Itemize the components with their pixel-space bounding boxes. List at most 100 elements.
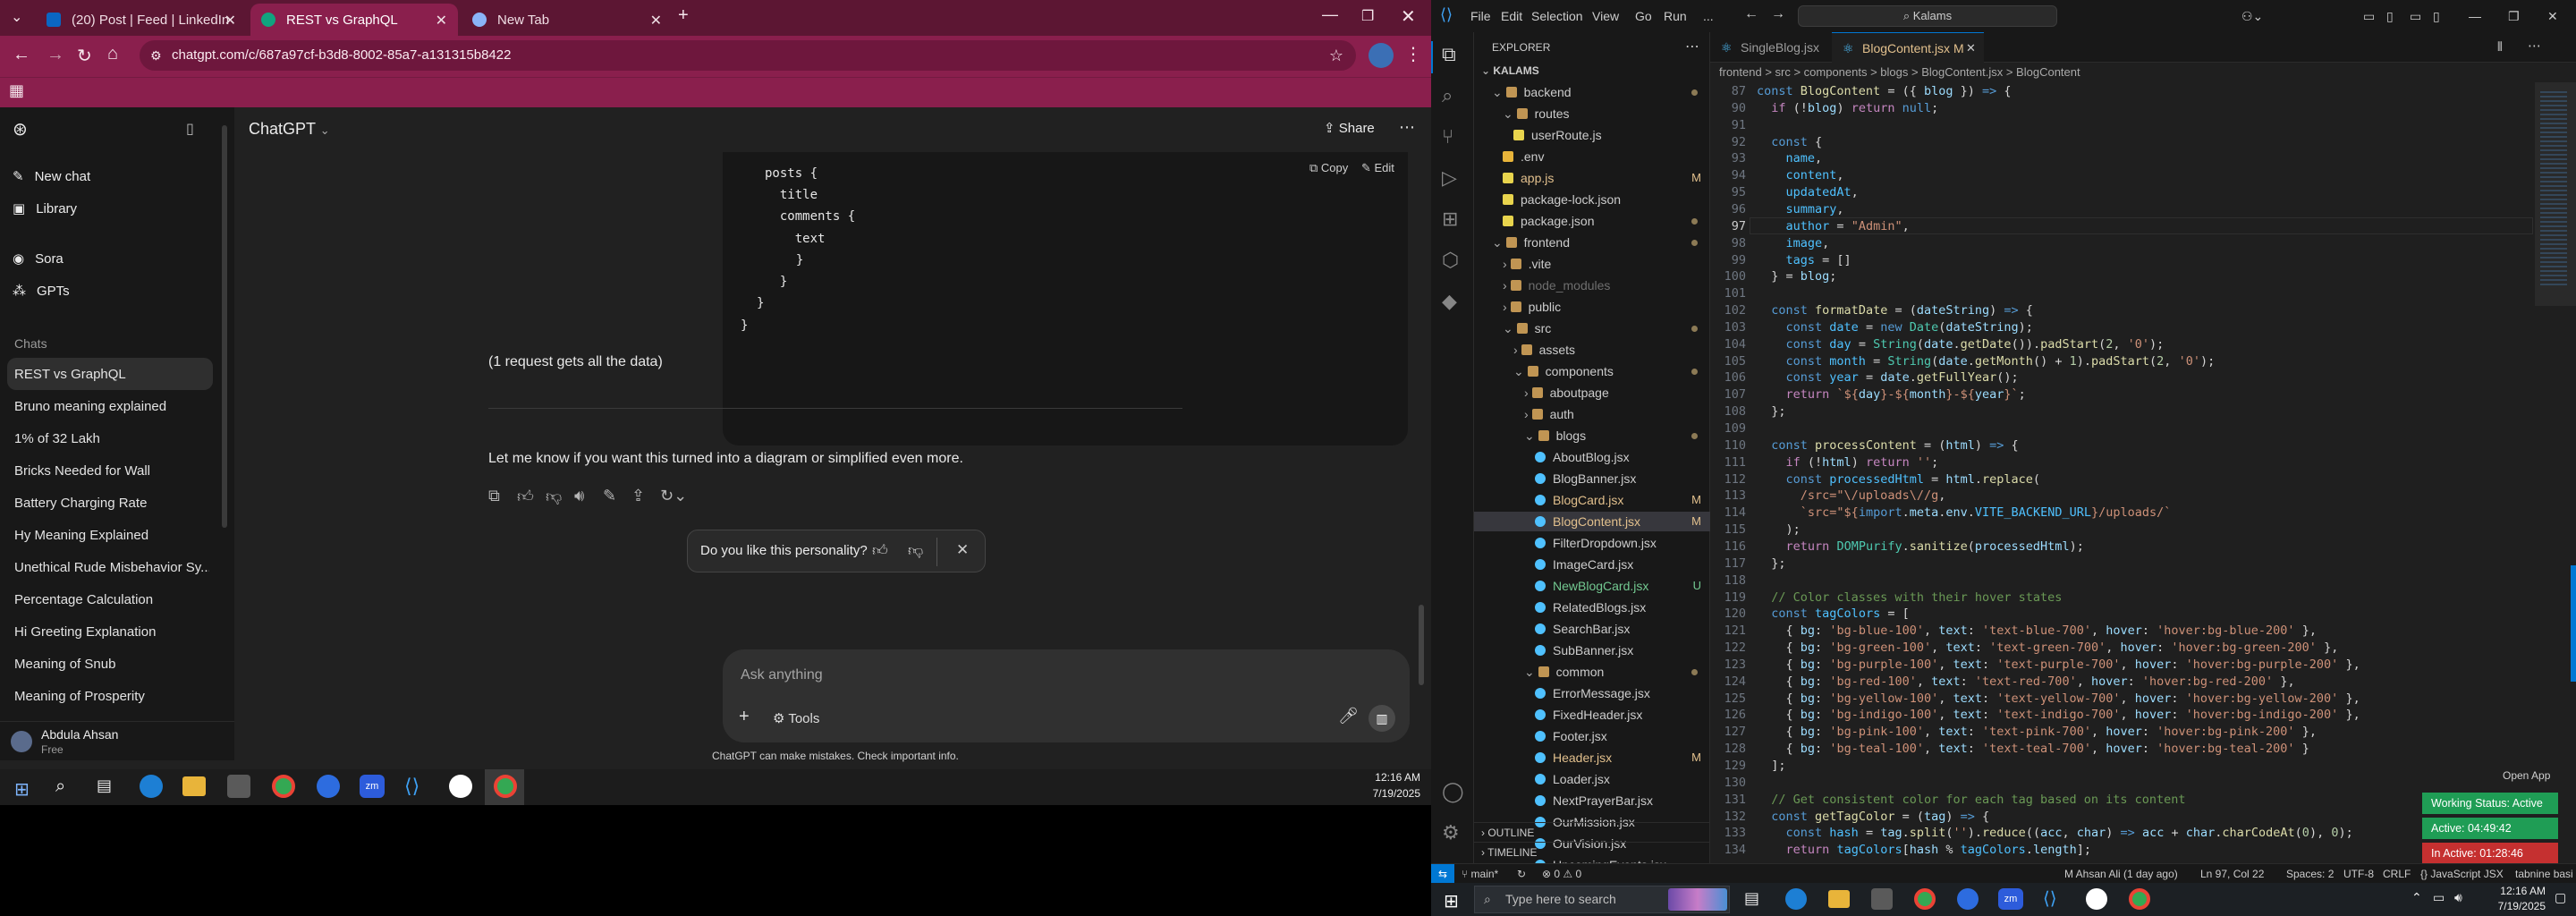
editor-more-icon[interactable]: ⋯ [2528, 38, 2541, 54]
thumbs-up-icon[interactable]: 👍︎ [872, 541, 888, 560]
close-icon[interactable]: ✕ [225, 12, 236, 30]
tree-file[interactable]: RelatedBlogs.jsx [1474, 598, 1710, 617]
site-info-icon[interactable]: ⚙ [150, 40, 162, 71]
tree-folder[interactable]: ⌄ components [1474, 361, 1710, 381]
sidebar-toggle-icon[interactable]: ▯ [186, 120, 194, 138]
library-button[interactable]: ▣ Library [13, 200, 77, 217]
tree-file[interactable]: NewBlogCard.jsx U [1474, 576, 1710, 596]
chat-item[interactable]: Unethical Rude Misbehavior Sy... [14, 560, 209, 575]
microphone-icon[interactable]: 🎤︎ [1338, 707, 1359, 725]
search-icon[interactable]: ⌕ [55, 776, 65, 797]
forward-icon[interactable]: → [1771, 6, 1785, 22]
edge-icon[interactable] [1785, 888, 1807, 910]
tree-folder[interactable]: › public [1474, 297, 1710, 317]
tree-file[interactable]: ErrorMessage.jsx [1474, 683, 1710, 703]
vscode-icon[interactable]: ⟨⟩ [404, 775, 419, 798]
account-icon[interactable]: ◯ [1442, 780, 1464, 803]
edge-icon[interactable] [140, 775, 163, 798]
line-ending[interactable]: CRLF [2383, 864, 2411, 884]
chat-item[interactable]: Bricks Needed for Wall [14, 463, 209, 479]
chrome-icon[interactable] [272, 775, 295, 798]
tree-folder[interactable]: ⌄ blogs [1474, 426, 1710, 445]
tree-file[interactable]: Loader.jsx [1474, 769, 1710, 789]
menu-selection[interactable]: Selection [1531, 9, 1583, 23]
minimize-icon[interactable]: — [1322, 5, 1338, 24]
tree-file[interactable]: BlogContent.jsx M [1474, 512, 1710, 531]
chat-item[interactable]: Percentage Calculation [14, 592, 209, 607]
menu-dots-icon[interactable]: ⋮ [1404, 43, 1422, 65]
tree-folder[interactable]: › assets [1474, 340, 1710, 360]
outline-section[interactable]: › OUTLINE [1474, 822, 1710, 842]
breadcrumb[interactable]: frontend > src > components > blogs > Bl… [1710, 63, 2576, 82]
zoom-icon[interactable]: zm [360, 775, 385, 798]
cursor-position[interactable]: Ln 97, Col 22 [2200, 864, 2264, 884]
app-icon[interactable] [317, 775, 340, 798]
reload-icon[interactable]: ↻ [77, 45, 92, 67]
tree-folder[interactable]: › .vite [1474, 254, 1710, 274]
tree-file[interactable]: AboutBlog.jsx [1474, 447, 1710, 467]
store-icon[interactable] [227, 775, 250, 798]
share-icon[interactable]: ⇪ [631, 487, 645, 505]
store-icon[interactable] [1871, 888, 1893, 910]
window-close-icon[interactable]: ✕ [1401, 5, 1416, 28]
more-actions-icon[interactable]: ⋯ [1685, 38, 1699, 55]
window-close-icon[interactable]: ✕ [2547, 9, 2558, 24]
windows-start-icon[interactable]: ⊞ [1444, 890, 1459, 912]
vscode-icon[interactable]: ⟨⟩ [2043, 887, 2057, 910]
tabnine-status[interactable]: tabnine basic [2515, 864, 2572, 884]
tab-blogcontent[interactable]: ⚛ BlogContent.jsx M ✕ [1832, 32, 1984, 63]
forward-icon[interactable]: → [47, 45, 64, 65]
close-icon[interactable]: ✕ [436, 12, 447, 30]
tree-file[interactable]: NextPrayerBar.jsx [1474, 791, 1710, 810]
tab-singleblog[interactable]: ⚛ SingleBlog.jsx [1710, 32, 1828, 63]
tree-file[interactable]: SubBanner.jsx [1474, 640, 1710, 660]
tab-search-icon[interactable]: ⌄ [11, 8, 22, 26]
layout-icon[interactable]: ▭ [2363, 9, 2375, 24]
sync-icon[interactable]: ↻ [1517, 864, 1526, 884]
settings-gear-icon[interactable]: ⚙ [1442, 821, 1460, 844]
tree-file[interactable]: package-lock.json [1474, 190, 1710, 209]
new-chat-button[interactable]: ✎ New chat [13, 168, 90, 185]
tools-button[interactable]: ⚙ Tools [773, 710, 819, 726]
apps-grid-icon[interactable]: ▦ [9, 81, 24, 100]
tray-chevron-icon[interactable]: ⌃ [2411, 890, 2422, 905]
tree-folder[interactable]: › node_modules [1474, 276, 1710, 295]
indentation[interactable]: Spaces: 2 [2286, 864, 2334, 884]
remote-indicator-icon[interactable]: ⇆ [1431, 864, 1454, 884]
thumbs-up-icon[interactable]: 👍︎ [517, 487, 534, 506]
chrome-icon[interactable] [1914, 888, 1936, 910]
sora-button[interactable]: ◉ Sora [13, 250, 64, 267]
tree-file[interactable]: BlogCard.jsx M [1474, 490, 1710, 510]
back-icon[interactable]: ← [13, 45, 30, 65]
url-input[interactable]: ⚙ chatgpt.com/c/687a97cf-b3d8-8002-85a7-… [140, 40, 1356, 71]
remote-icon[interactable]: ⬡ [1442, 249, 1459, 272]
tree-file[interactable]: Header.jsx M [1474, 748, 1710, 768]
chat-item[interactable]: Bruno meaning explained [14, 399, 209, 414]
app-icon[interactable] [2086, 888, 2107, 910]
branch-status[interactable]: ⑂ main* [1462, 864, 1498, 884]
tab-linkedin[interactable]: (20) Post | Feed | LinkedIn ✕ [36, 4, 247, 36]
tree-file[interactable]: Footer.jsx [1474, 726, 1710, 746]
menu-edit[interactable]: Edit [1501, 9, 1522, 23]
language-mode[interactable]: {} JavaScript JSX [2420, 864, 2504, 884]
tree-file[interactable]: SearchBar.jsx [1474, 619, 1710, 639]
close-icon[interactable]: ✕ [1966, 33, 1976, 64]
prompt-input[interactable]: Ask anything [741, 667, 823, 683]
source-control-icon[interactable]: ⑂ [1442, 125, 1453, 148]
chat-item[interactable]: REST vs GraphQL [14, 367, 209, 382]
maximize-icon[interactable]: ❐ [2508, 9, 2520, 24]
tree-folder[interactable]: ⌄ frontend [1474, 233, 1710, 252]
chat-scrollbar[interactable] [1419, 605, 1424, 685]
tab-new-tab[interactable]: New Tab ✕ [462, 4, 673, 36]
regenerate-icon[interactable]: ↻⌄ [660, 487, 687, 505]
tree-file[interactable]: FixedHeader.jsx [1474, 705, 1710, 725]
tree-file[interactable]: BlogBanner.jsx [1474, 469, 1710, 488]
app-icon[interactable] [1957, 888, 1979, 910]
thumbs-down-icon[interactable]: 👎︎ [546, 487, 562, 506]
voice-mode-button[interactable]: ▥ [1368, 705, 1395, 732]
model-selector[interactable]: ChatGPT ⌄ [249, 120, 330, 139]
open-app-link[interactable]: Open App [2497, 769, 2556, 782]
home-icon[interactable]: ⌂ [107, 44, 118, 64]
openai-logo-icon[interactable]: ⊛ [13, 118, 28, 140]
toggle-secondary-icon[interactable]: ▯ [2433, 9, 2440, 24]
